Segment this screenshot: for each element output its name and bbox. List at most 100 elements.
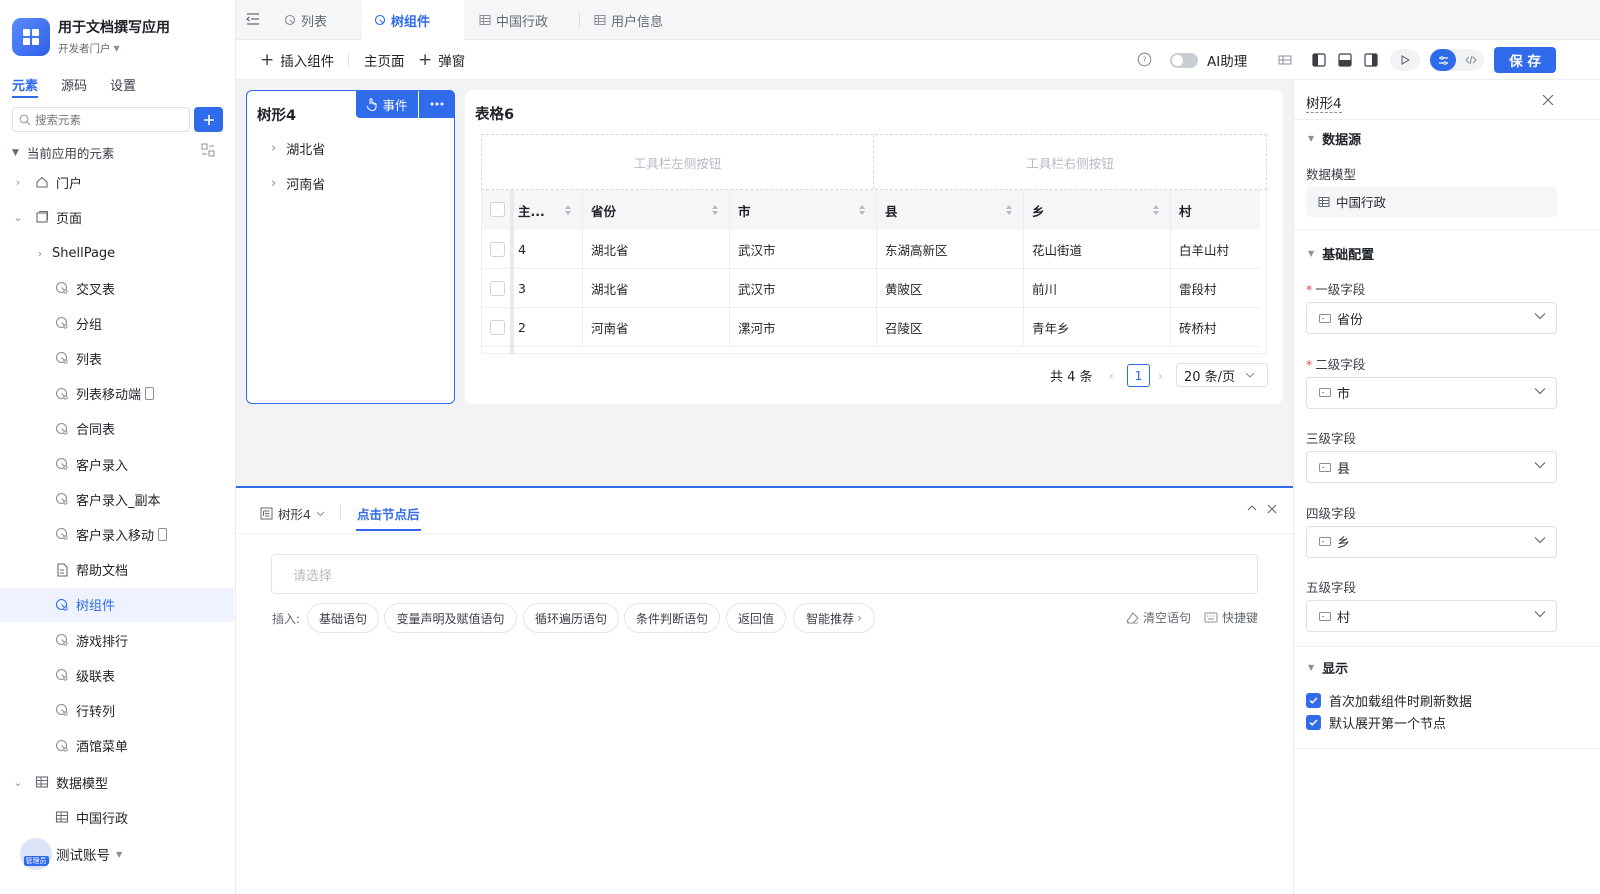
bottom-panel-icon[interactable] bbox=[1338, 53, 1352, 67]
column-header[interactable]: 省份 bbox=[582, 190, 729, 230]
tree-header[interactable]: ▼ 当前应用的元素 bbox=[12, 143, 114, 162]
tree-item-page[interactable]: 分组 bbox=[0, 306, 234, 340]
tab-tree-component[interactable]: 树组件 bbox=[362, 0, 464, 40]
preview-button[interactable] bbox=[1390, 49, 1420, 71]
section-datasource[interactable]: ▼ 数据源 bbox=[1308, 129, 1361, 148]
sort-icon[interactable] bbox=[858, 204, 866, 216]
popup-button[interactable]: + 弹窗 bbox=[418, 40, 465, 80]
collapse-all-icon[interactable] bbox=[201, 143, 215, 157]
insert-chip[interactable]: 条件判断语句 bbox=[624, 603, 720, 633]
insert-chip[interactable]: 返回值 bbox=[726, 603, 786, 633]
select-all-checkbox[interactable] bbox=[490, 202, 505, 217]
tab-china-admin[interactable]: 中国行政 bbox=[467, 0, 579, 40]
tree-item-page[interactable]: 级联表 bbox=[0, 658, 234, 692]
tree-item-page[interactable]: 客户录入移动 bbox=[0, 517, 234, 551]
tab-list[interactable]: 列表 bbox=[272, 0, 368, 40]
tab-settings[interactable]: 设置 bbox=[110, 75, 136, 94]
page-size-select[interactable]: 20 条/页 bbox=[1176, 363, 1268, 387]
design-mode-button[interactable] bbox=[1430, 49, 1456, 71]
tree-item-page[interactable]: 客户录入 bbox=[0, 447, 234, 481]
tree-component-card[interactable]: 树形4 事件 › 湖北省 › 河南省 bbox=[246, 90, 455, 404]
field-select[interactable]: 市 bbox=[1306, 376, 1557, 409]
more-button[interactable] bbox=[419, 90, 455, 118]
row-checkbox[interactable] bbox=[490, 242, 505, 257]
column-header[interactable]: 村 bbox=[1170, 190, 1260, 230]
close-icon[interactable] bbox=[1542, 94, 1554, 106]
field-select[interactable]: 乡 bbox=[1306, 525, 1557, 558]
tab-elements[interactable]: 元素 bbox=[12, 75, 38, 94]
tree-node[interactable]: › 湖北省 bbox=[271, 139, 325, 158]
tree-item-page[interactable]: 游戏排行 bbox=[0, 623, 234, 657]
avatar[interactable]: 管理员 bbox=[20, 838, 52, 870]
option-refresh-on-load[interactable]: 首次加载组件时刷新数据 bbox=[1306, 691, 1472, 710]
shortcut-button[interactable]: 快捷键 bbox=[1204, 609, 1258, 626]
tree-item-page[interactable]: 列表 bbox=[0, 341, 234, 375]
search-box[interactable] bbox=[12, 107, 190, 132]
tree-node[interactable]: › 河南省 bbox=[271, 174, 325, 193]
insert-component-button[interactable]: + 插入组件 bbox=[260, 40, 334, 80]
panel-component-name[interactable]: 树形4 bbox=[1306, 92, 1342, 113]
search-input[interactable] bbox=[35, 112, 185, 127]
code-mode-button[interactable] bbox=[1458, 49, 1484, 71]
component-select[interactable]: 树形4 bbox=[260, 504, 325, 523]
add-element-button[interactable] bbox=[194, 107, 223, 132]
tree-item-page[interactable]: 酒馆菜单 bbox=[0, 729, 234, 763]
tree-item-page[interactable]: 行转列 bbox=[0, 693, 234, 727]
sort-icon[interactable] bbox=[564, 204, 572, 216]
column-header[interactable]: 市 bbox=[729, 190, 876, 230]
insert-chip[interactable]: 基础语句 bbox=[307, 603, 379, 633]
next-page-icon[interactable]: › bbox=[1158, 369, 1163, 383]
tree-item-pages[interactable]: ⌄ 页面 bbox=[0, 200, 234, 234]
layout-icon[interactable] bbox=[1278, 53, 1292, 67]
tree-item-page[interactable]: 列表移动端 bbox=[0, 377, 234, 411]
tree-item-page[interactable]: 帮助文档 bbox=[0, 553, 234, 587]
sort-icon[interactable] bbox=[1152, 204, 1160, 216]
tree-item-page[interactable]: 交叉表 bbox=[0, 271, 234, 305]
field-select[interactable]: 村 bbox=[1306, 600, 1557, 632]
insert-chip[interactable]: 智能推荐 › bbox=[793, 603, 875, 633]
ai-assistant-toggle[interactable] bbox=[1170, 53, 1198, 68]
close-panel-icon[interactable] bbox=[1267, 504, 1277, 514]
tree-item-page[interactable]: 树组件 bbox=[0, 587, 234, 622]
table-component-card[interactable]: 表格6 工具栏左侧按钮 工具栏右侧按钮 主... 省份 市 县 乡 村 4 湖北省 武汉市 东湖… bbox=[465, 90, 1283, 404]
field-select[interactable]: 县 bbox=[1306, 451, 1557, 483]
column-header[interactable]: 县 bbox=[876, 190, 1023, 230]
toolbar-left-slot[interactable]: 工具栏左侧按钮 bbox=[482, 135, 874, 189]
left-panel-icon[interactable] bbox=[1312, 53, 1326, 67]
tree-item-page[interactable]: 客户录入_副本 bbox=[0, 482, 234, 516]
page-number[interactable]: 1 bbox=[1127, 364, 1150, 387]
action-select[interactable]: 请选择 bbox=[271, 554, 1258, 594]
row-checkbox[interactable] bbox=[490, 281, 505, 296]
tab-source[interactable]: 源码 bbox=[61, 75, 87, 94]
model-field[interactable]: 中国行政 bbox=[1306, 186, 1557, 217]
tree-item-model-china-admin[interactable]: 中国行政 bbox=[0, 800, 234, 834]
row-checkbox[interactable] bbox=[490, 320, 505, 335]
tree-item-portal[interactable]: › 门户 bbox=[0, 165, 234, 199]
tab-user-info[interactable]: 用户信息 bbox=[582, 0, 694, 40]
tree-item-page[interactable]: 合同表 bbox=[0, 412, 234, 446]
main-page-button[interactable]: 主页面 bbox=[364, 40, 405, 80]
sort-icon[interactable] bbox=[711, 204, 719, 216]
tab-node-click[interactable]: 点击节点后 bbox=[357, 504, 420, 523]
section-display[interactable]: ▼ 显示 bbox=[1308, 658, 1348, 677]
section-basic-config[interactable]: ▼ 基础配置 bbox=[1308, 244, 1374, 263]
tree-item-data-models[interactable]: ⌄ 数据模型 bbox=[0, 765, 234, 799]
field-select[interactable]: 省份 bbox=[1306, 302, 1557, 334]
right-panel-icon[interactable] bbox=[1364, 53, 1378, 67]
insert-chip[interactable]: 变量声明及赋值语句 bbox=[384, 603, 517, 633]
collapse-sidebar-icon[interactable] bbox=[246, 12, 260, 26]
table-row[interactable]: 4 湖北省 武汉市 东湖高新区 花山街道 白羊山村 bbox=[482, 230, 1260, 269]
tree-item-shellpage[interactable]: › ShellPage bbox=[0, 236, 234, 270]
option-expand-first-node[interactable]: 默认展开第一个节点 bbox=[1306, 713, 1446, 732]
table-row[interactable]: 2 河南省 漯河市 召陵区 青年乡 砖桥村 bbox=[482, 308, 1260, 347]
column-header[interactable]: 主... bbox=[510, 190, 582, 230]
column-header[interactable]: 乡 bbox=[1023, 190, 1170, 230]
collapse-panel-icon[interactable] bbox=[1247, 504, 1257, 512]
event-button[interactable]: 事件 bbox=[356, 90, 418, 118]
prev-page-icon[interactable]: ‹ bbox=[1109, 369, 1114, 383]
account-menu[interactable]: 测试账号 ▼ bbox=[56, 844, 122, 864]
help-icon[interactable]: ? bbox=[1137, 52, 1152, 67]
insert-chip[interactable]: 循环遍历语句 bbox=[523, 603, 619, 633]
toolbar-right-slot[interactable]: 工具栏右侧按钮 bbox=[874, 135, 1266, 189]
sort-icon[interactable] bbox=[1005, 204, 1013, 216]
